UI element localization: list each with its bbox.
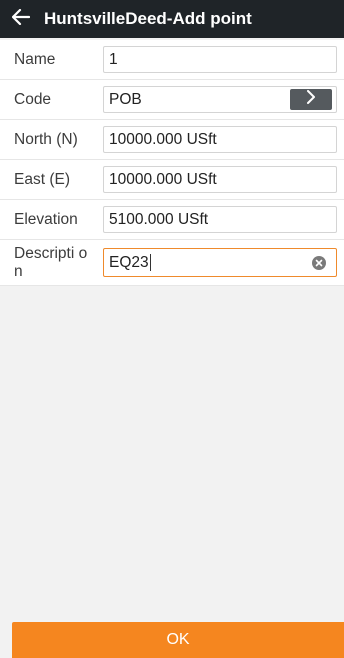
text-caret xyxy=(149,254,151,271)
clear-button[interactable] xyxy=(312,256,326,270)
code-list-button[interactable] xyxy=(290,89,332,110)
title-bar: HuntsvilleDeed-Add point xyxy=(0,0,344,38)
code-label: Code xyxy=(14,90,52,108)
page-title: HuntsvilleDeed-Add point xyxy=(44,9,252,28)
arrow-left-icon xyxy=(11,8,31,30)
east-field[interactable]: 10000.000 USft xyxy=(103,166,337,193)
code-field[interactable]: POB xyxy=(103,86,337,113)
chevron-right-icon xyxy=(306,90,316,109)
north-value: 10000.000 USft xyxy=(109,130,217,148)
description-field[interactable]: EQ23 xyxy=(103,248,337,277)
elevation-field[interactable]: 5100.000 USft xyxy=(103,206,337,233)
back-button[interactable] xyxy=(4,0,38,38)
name-row: Name 1 xyxy=(0,40,344,80)
clear-icon xyxy=(315,254,323,272)
description-row: Descripti on EQ23 xyxy=(0,240,344,286)
north-row: North (N) 10000.000 USft xyxy=(0,120,344,160)
north-label: North (N) xyxy=(14,130,78,148)
name-value: 1 xyxy=(109,50,118,68)
code-value: POB xyxy=(109,90,142,108)
point-form: Name 1 Code POB North (N) 10000.000 USft… xyxy=(0,40,344,286)
east-row: East (E) 10000.000 USft xyxy=(0,160,344,200)
add-point-screen: HuntsvilleDeed-Add point Name 1 Code POB xyxy=(0,0,344,658)
north-field[interactable]: 10000.000 USft xyxy=(103,126,337,153)
ok-button[interactable]: OK xyxy=(12,622,344,658)
east-value: 10000.000 USft xyxy=(109,170,217,188)
name-label: Name xyxy=(14,50,56,68)
east-label: East (E) xyxy=(14,170,70,188)
elevation-label: Elevation xyxy=(14,210,78,228)
elevation-value: 5100.000 USft xyxy=(109,210,209,228)
elevation-row: Elevation 5100.000 USft xyxy=(0,200,344,240)
description-label: Descripti on xyxy=(14,244,88,280)
description-value: EQ23 xyxy=(109,253,149,271)
name-field[interactable]: 1 xyxy=(103,46,337,73)
code-row: Code POB xyxy=(0,80,344,120)
